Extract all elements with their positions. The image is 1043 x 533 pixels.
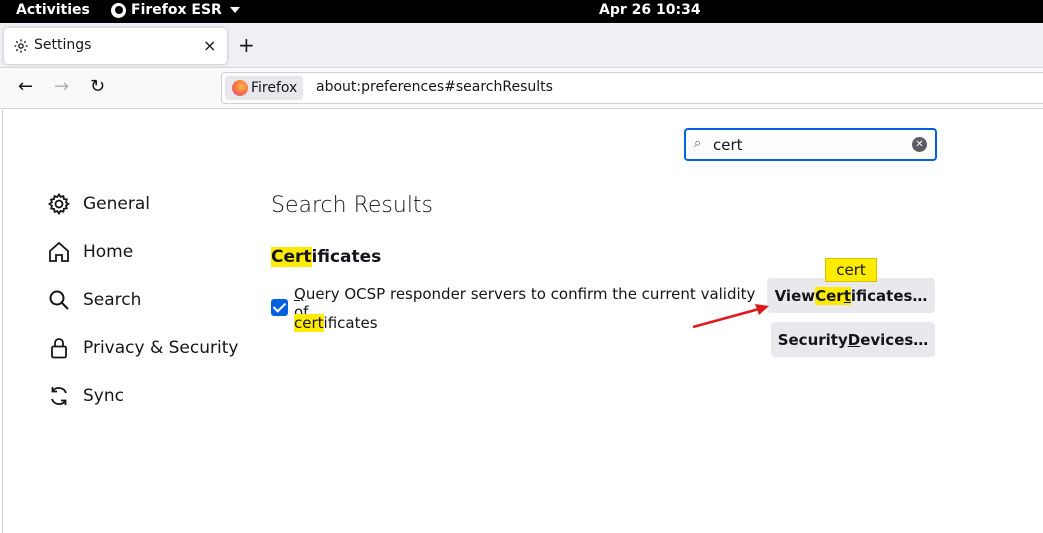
app-name: Firefox ESR bbox=[131, 2, 222, 18]
clear-search-icon[interactable]: ✕ bbox=[912, 137, 927, 152]
back-button[interactable]: ← bbox=[18, 77, 33, 97]
sync-icon bbox=[51, 387, 67, 405]
search-highlight: cert bbox=[294, 314, 324, 332]
home-icon bbox=[49, 241, 69, 262]
url-text[interactable]: about:preferences#searchResults bbox=[316, 79, 553, 95]
preferences-search-input[interactable]: ⌕ cert ✕ bbox=[684, 128, 937, 161]
sidebar-item-general[interactable]: General bbox=[47, 189, 150, 219]
sidebar-item-sync[interactable]: Sync bbox=[47, 381, 124, 411]
sidebar-item-privacy[interactable]: Privacy & Security bbox=[47, 333, 238, 363]
system-top-bar: Activities Firefox ESR Apr 26 10:34 bbox=[0, 0, 1043, 23]
sidebar-item-label: Home bbox=[83, 242, 134, 262]
tab-strip: Settings × + bbox=[0, 23, 1043, 68]
tab-settings[interactable]: Settings × bbox=[4, 28, 227, 64]
url-bar[interactable]: Firefox about:preferences#searchResults bbox=[221, 72, 1043, 104]
search-highlight: Cert bbox=[271, 247, 312, 267]
annotation-arrow-icon bbox=[692, 304, 769, 329]
search-icon: ⌕ bbox=[694, 136, 702, 151]
identity-box[interactable]: Firefox bbox=[225, 76, 304, 100]
ocsp-label-continued[interactable]: certificates bbox=[294, 314, 378, 332]
sidebar-item-label: Privacy & Security bbox=[83, 338, 239, 358]
ocsp-checkbox[interactable] bbox=[271, 299, 288, 316]
gear-icon bbox=[47, 192, 71, 216]
search-highlight: Cert bbox=[815, 286, 851, 305]
search-value: cert bbox=[713, 136, 743, 154]
clock[interactable]: Apr 26 10:34 bbox=[599, 2, 701, 18]
search-icon bbox=[49, 290, 69, 310]
navigation-bar: ← → ↻ Firefox about:preferences#searchRe… bbox=[0, 68, 1043, 109]
search-tooltip: cert bbox=[825, 258, 877, 282]
section-heading-certificates: Certificates bbox=[271, 247, 382, 267]
identity-label: Firefox bbox=[251, 80, 298, 96]
view-certificates-button[interactable]: View Cert ificates… bbox=[767, 278, 935, 313]
chevron-down-icon bbox=[229, 7, 240, 13]
page-title: Search Results bbox=[271, 193, 434, 218]
reload-button[interactable]: ↻ bbox=[90, 77, 105, 97]
gear-icon bbox=[14, 39, 28, 53]
close-icon[interactable]: × bbox=[203, 36, 216, 55]
app-menu[interactable]: Firefox ESR bbox=[111, 2, 240, 18]
sidebar-item-search[interactable]: Search bbox=[47, 285, 141, 315]
sidebar-item-home[interactable]: Home bbox=[47, 237, 133, 267]
sidebar-item-label: Search bbox=[83, 290, 142, 310]
security-devices-button[interactable]: Security Devices… bbox=[771, 322, 935, 357]
activities-button[interactable]: Activities bbox=[16, 2, 90, 18]
firefox-logo-icon bbox=[232, 80, 248, 96]
lock-icon bbox=[51, 338, 67, 359]
sidebar-item-label: Sync bbox=[83, 386, 124, 406]
forward-button[interactable]: → bbox=[54, 77, 69, 97]
preferences-content: ⌕ cert ✕ General Home Search Privacy & S… bbox=[2, 110, 1043, 533]
sidebar-item-label: General bbox=[83, 194, 150, 214]
new-tab-button[interactable]: + bbox=[238, 35, 255, 55]
firefox-icon bbox=[111, 2, 126, 18]
tab-title: Settings bbox=[34, 37, 92, 53]
